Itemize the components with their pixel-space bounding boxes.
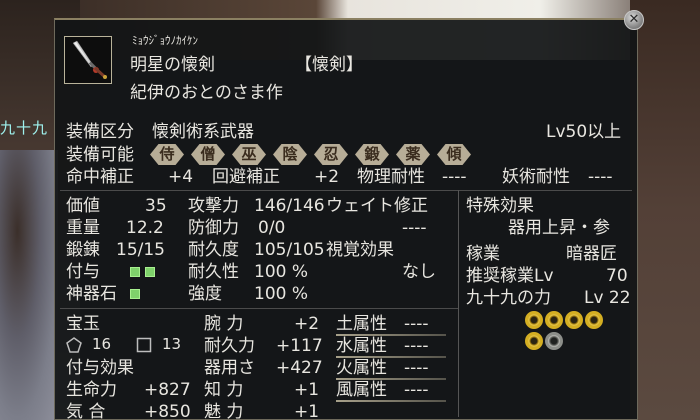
- close-button[interactable]: ✕: [624, 10, 644, 30]
- durability-label: 耐久度: [188, 240, 239, 260]
- defense-label: 防御力: [188, 218, 239, 238]
- strength-value: 100 %: [254, 284, 309, 304]
- level-requirement: Lv50以上: [546, 122, 622, 142]
- endurance-label: 耐久力: [204, 336, 255, 356]
- square-socket-count: 13: [162, 335, 182, 353]
- power-ring: [545, 311, 563, 329]
- attach-slot: [130, 267, 140, 277]
- weight-mod-label: ウェイト修正: [326, 196, 428, 216]
- tsukumo-power-label: 九十九の力: [466, 288, 551, 308]
- attach-label: 付与: [66, 262, 100, 282]
- divider: [458, 190, 459, 417]
- ki-value: +850: [144, 402, 191, 420]
- job-label: 稼業: [466, 244, 500, 264]
- charm-label: 魅 力: [204, 402, 244, 420]
- power-ring: [525, 332, 543, 350]
- gems-title: 宝玉: [66, 314, 100, 334]
- attach-slot: [145, 267, 155, 277]
- visual-effect-label: 視覚効果: [326, 240, 394, 260]
- weight-label: 重量: [66, 218, 100, 238]
- item-icon: [64, 36, 112, 84]
- physical-resist-label: 物理耐性: [357, 167, 425, 187]
- intellect-value: +1: [294, 380, 320, 400]
- water-element-value: ----: [404, 336, 429, 356]
- fire-element-value: ----: [404, 358, 429, 378]
- durability-prop-label: 耐久性: [188, 262, 239, 282]
- item-name: 明星の懐剣: [130, 55, 215, 75]
- background-scene-right: [630, 0, 700, 420]
- relic-stone-slot: [130, 289, 140, 299]
- hit-correction-value: +4: [168, 167, 194, 187]
- relic-stone-label: 神器石: [66, 284, 117, 304]
- weight-mod-value: ----: [402, 218, 427, 238]
- wind-underline: [336, 400, 446, 402]
- charm-value: +1: [294, 402, 320, 420]
- evade-correction-label: 回避補正: [212, 167, 280, 187]
- pentagon-socket-icon: [66, 337, 82, 353]
- divider: [60, 308, 458, 309]
- equip-class-value: 懐剣術系武器: [152, 122, 254, 142]
- job-value: 暗器匠: [566, 244, 617, 264]
- tsukumo-power-value: Lv 22: [584, 288, 631, 308]
- dexterity-label: 器用さ: [204, 358, 255, 378]
- intellect-label: 知 力: [204, 380, 244, 400]
- recommended-level-label: 推奨稼業Lv: [466, 266, 554, 286]
- price-value: 35: [145, 196, 167, 216]
- wind-element-label: 風属性: [336, 380, 387, 400]
- price-label: 価値: [66, 196, 100, 216]
- forge-value: 15/15: [116, 240, 165, 260]
- magic-resist-value: ----: [588, 167, 613, 187]
- earth-element-value: ----: [404, 314, 429, 334]
- effects-label: 付与効果: [66, 358, 134, 378]
- power-ring: [565, 311, 583, 329]
- durability-value: 105/105: [254, 240, 325, 260]
- physical-resist-value: ----: [442, 167, 467, 187]
- weight-value: 12.2: [126, 218, 164, 238]
- dexterity-value: +427: [276, 358, 323, 378]
- item-furigana: ﾐｮｳｼﾞｮｳﾉｶｲｹﾝ: [132, 34, 198, 47]
- special-effect-item: 器用上昇・参: [508, 218, 610, 238]
- arm-label: 腕 力: [204, 314, 244, 334]
- water-element-label: 水属性: [336, 336, 387, 356]
- hp-value: +827: [144, 380, 191, 400]
- attack-label: 攻撃力: [188, 196, 239, 216]
- background-character-name: 九十九: [0, 119, 49, 137]
- strength-label: 強度: [188, 284, 222, 304]
- evade-correction-value: +2: [314, 167, 340, 187]
- ki-label: 気 合: [66, 402, 106, 420]
- defense-value: 0/0: [258, 218, 286, 238]
- attack-value: 146/146: [254, 196, 325, 216]
- item-maker: 紀伊のおとのさま作: [130, 83, 283, 103]
- equip-allowed-label: 装備可能: [66, 145, 134, 165]
- dagger-icon: [65, 37, 111, 83]
- square-socket-icon: [136, 337, 152, 353]
- earth-element-label: 土属性: [336, 314, 387, 334]
- special-effects-title: 特殊効果: [466, 196, 534, 216]
- forge-label: 鍛錬: [66, 240, 100, 260]
- endurance-value: +117: [276, 336, 323, 356]
- equip-class-label: 装備区分: [66, 122, 134, 142]
- durability-prop-value: 100 %: [254, 262, 309, 282]
- item-category: 【懐剣】: [295, 55, 363, 75]
- power-ring: [525, 311, 543, 329]
- power-ring: [585, 311, 603, 329]
- wind-element-value: ----: [404, 380, 429, 400]
- visual-effect-value: なし: [402, 262, 436, 282]
- background-character: [0, 150, 58, 420]
- pentagon-socket-count: 16: [92, 335, 112, 353]
- magic-resist-label: 妖術耐性: [502, 167, 570, 187]
- recommended-level-value: 70: [606, 266, 628, 286]
- power-ring-empty: [545, 332, 563, 350]
- hit-correction-label: 命中補正: [66, 167, 134, 187]
- fire-element-label: 火属性: [336, 358, 387, 378]
- arm-value: +2: [294, 314, 320, 334]
- hp-label: 生命力: [66, 380, 117, 400]
- divider: [60, 190, 632, 191]
